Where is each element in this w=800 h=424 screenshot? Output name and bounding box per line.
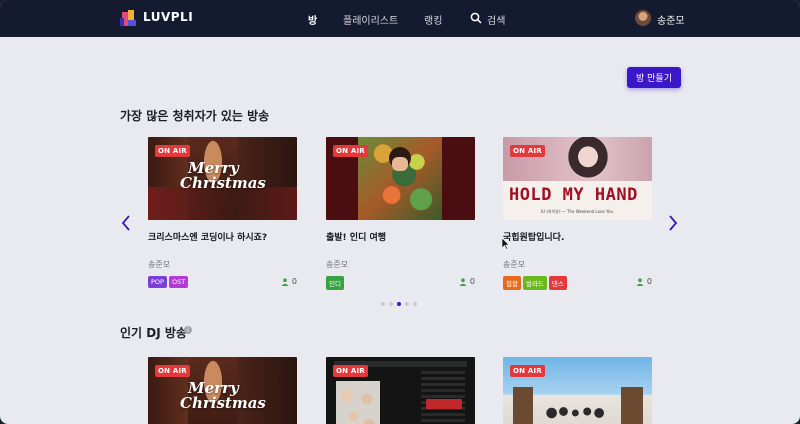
logo-icon[interactable] — [120, 8, 138, 28]
avatar[interactable] — [635, 10, 651, 26]
on-air-badge: ON AIR — [510, 365, 545, 377]
carousel-prev-icon[interactable] — [120, 213, 132, 233]
listener-count: 0 — [636, 277, 652, 286]
user-name[interactable]: 송준모 — [657, 12, 685, 27]
thumbnail-title-line: Christmas — [180, 394, 266, 412]
section-title-dj: 인기 DJ 방송 — [120, 326, 187, 340]
nav-link-room[interactable]: 방 — [308, 12, 317, 27]
carousel-dot-active[interactable] — [397, 302, 401, 306]
room-owner: 송준모 — [503, 260, 526, 269]
thumbnail-subtitle: IU (아이유) — The Weekend Love You — [541, 209, 614, 214]
room-owner: 송준모 — [148, 260, 171, 269]
room-thumbnail[interactable]: ON AIR — [326, 137, 475, 220]
carousel-dot[interactable] — [413, 302, 417, 306]
room-thumbnail[interactable]: ON AIR Merry Christmas — [148, 137, 297, 220]
on-air-badge: ON AIR — [510, 145, 545, 157]
info-icon[interactable]: i — [184, 326, 192, 334]
person-icon — [636, 277, 644, 286]
listener-count: 0 — [281, 277, 297, 286]
person-icon — [459, 277, 467, 286]
on-air-badge: ON AIR — [333, 145, 368, 157]
on-air-badge: ON AIR — [155, 365, 190, 377]
top-nav: LUVPLI 방 플레이리스트 랭킹 검색 송준모 — [0, 0, 800, 37]
genre-tag: OST — [168, 276, 189, 288]
genre-tags: 힙합 발라드 댄스 — [503, 276, 567, 290]
room-owner: 송준모 — [326, 260, 349, 269]
room-thumbnail[interactable]: ON AIR — [326, 357, 475, 424]
carousel-next-icon[interactable] — [667, 213, 679, 233]
nav-link-search[interactable]: 검색 — [487, 12, 505, 27]
carousel-dot[interactable] — [389, 302, 393, 306]
listener-count-value: 0 — [469, 277, 475, 286]
search-icon[interactable] — [470, 12, 482, 24]
room-title[interactable]: 출발! 인디 여행 — [326, 230, 386, 243]
room-title[interactable]: 크리스마스엔 코딩이나 하시죠? — [148, 230, 267, 243]
carousel-dot[interactable] — [381, 302, 385, 306]
listener-count-value: 0 — [646, 277, 652, 286]
room-thumbnail[interactable]: ON AIR — [503, 357, 652, 424]
genre-tag: 힙합 — [503, 276, 521, 290]
carousel-pagination — [381, 302, 417, 306]
logo-text[interactable]: LUVPLI — [143, 10, 193, 24]
genre-tag: 발라드 — [522, 276, 547, 290]
listener-count: 0 — [459, 277, 475, 286]
create-room-button[interactable]: 방 만들기 — [627, 67, 681, 88]
genre-tag: POP — [148, 276, 167, 288]
room-thumbnail[interactable]: HOLD MY HAND IU (아이유) — The Weekend Love… — [503, 137, 652, 220]
person-icon — [281, 277, 289, 286]
room-thumbnail[interactable]: ON AIR Merry Christmas — [148, 357, 297, 424]
thumbnail-title: Merry Christmas — [180, 381, 266, 411]
on-air-badge: ON AIR — [333, 365, 368, 377]
carousel-dot[interactable] — [405, 302, 409, 306]
nav-link-playlist[interactable]: 플레이리스트 — [343, 12, 398, 27]
genre-tags: POP OST — [148, 276, 189, 288]
on-air-badge: ON AIR — [155, 145, 190, 157]
thumbnail-title: Merry Christmas — [180, 161, 266, 191]
thumbnail-title: HOLD MY HAND — [509, 185, 638, 205]
genre-tag: 댄스 — [548, 276, 567, 290]
section-title-popular: 가장 많은 청취자가 있는 방송 — [120, 109, 270, 123]
thumbnail-title-line: Christmas — [180, 174, 266, 192]
genre-tags: 인디 — [326, 276, 344, 290]
app-frame: LUVPLI 방 플레이리스트 랭킹 검색 송준모 방 만들기 가장 많은 청취… — [0, 0, 800, 424]
genre-tag: 인디 — [326, 276, 344, 290]
listener-count-value: 0 — [291, 277, 297, 286]
room-title[interactable]: 국힙원탑입니다. — [503, 230, 564, 243]
mouse-cursor-icon — [502, 238, 510, 250]
nav-link-ranking[interactable]: 랭킹 — [424, 12, 442, 27]
